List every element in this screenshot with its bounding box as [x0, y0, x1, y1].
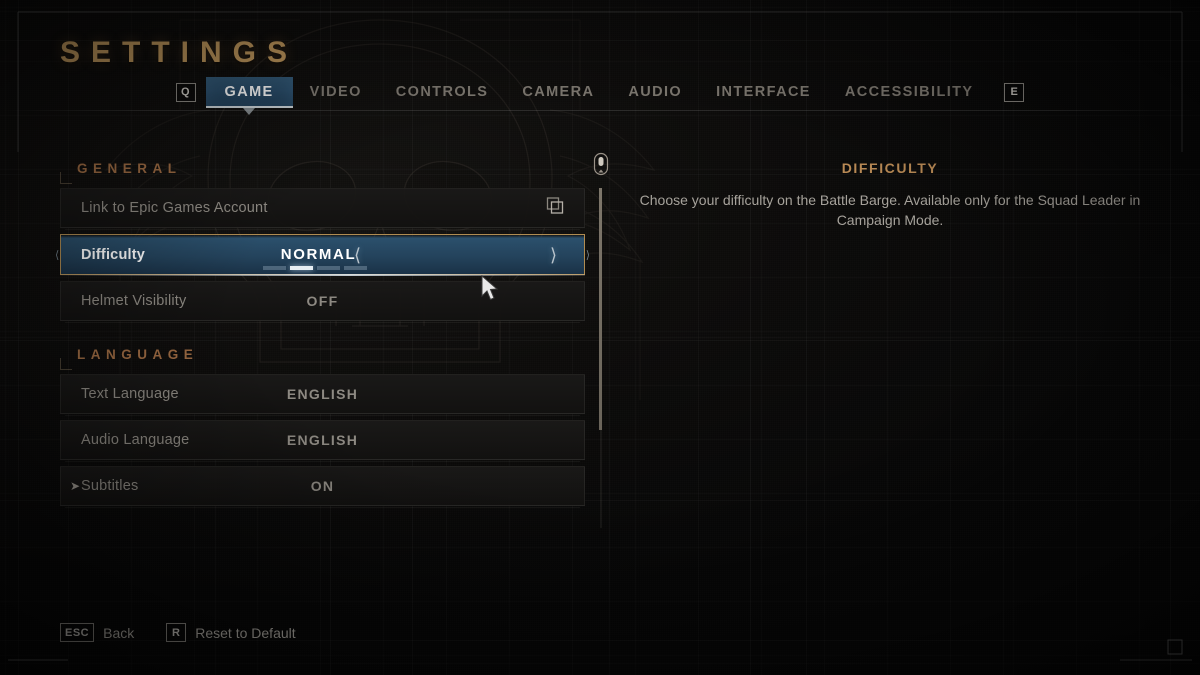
setting-row-difficulty[interactable]: ⟨ ⟩ Difficulty ⟨ NORMAL ⟩	[55, 234, 590, 276]
footer-hint-label: Reset to Default	[195, 624, 296, 641]
scrollbar-thumb[interactable]	[599, 188, 602, 430]
tabbar-divider	[0, 110, 1200, 111]
external-link-icon	[546, 197, 564, 220]
section-header-general: GENERAL	[60, 150, 585, 188]
tab-camera[interactable]: CAMERA	[505, 77, 611, 107]
page-title: SETTINGS	[60, 36, 299, 69]
setting-value: ON	[310, 478, 335, 494]
settings-scroll-area[interactable]	[592, 152, 610, 532]
tab-prev-key-hint[interactable]: Q	[175, 82, 196, 102]
tab-accessibility-label: ACCESSIBILITY	[844, 84, 974, 100]
segment-4	[343, 266, 367, 270]
tab-controls[interactable]: CONTROLS	[379, 77, 506, 107]
mouse-wheel-icon	[592, 152, 610, 181]
tab-interface[interactable]: INTERFACE	[699, 77, 828, 107]
setting-row-text-language[interactable]: Text Language ENGLISH	[60, 374, 585, 416]
section-header-language: LANGUAGE	[60, 327, 585, 374]
segment-1	[262, 266, 286, 270]
description-title: DIFFICULTY	[841, 160, 939, 176]
tab-interface-label: INTERFACE	[716, 84, 811, 100]
segment-3	[316, 266, 340, 270]
tab-game-label: GAME	[224, 83, 274, 100]
setting-label: Link to Epic Games Account	[81, 200, 268, 216]
selection-caret-left-icon: ⟨	[55, 249, 60, 261]
footer-hint-back[interactable]: ESC Back	[60, 623, 134, 642]
setting-label: Helmet Visibility	[81, 293, 187, 309]
tab-camera-label: CAMERA	[522, 84, 595, 100]
tab-controls-label: CONTROLS	[395, 84, 489, 100]
footer-hints: ESC Back R Reset to Default	[60, 623, 316, 642]
difficulty-segment-indicator	[262, 266, 367, 270]
selection-underline	[60, 274, 585, 276]
setting-row-audio-language[interactable]: Audio Language ENGLISH	[60, 420, 585, 462]
tab-game[interactable]: GAME	[205, 76, 293, 108]
selection-caret-right-icon: ⟩	[585, 249, 590, 261]
tab-audio-label: AUDIO	[628, 84, 683, 100]
decrement-arrow-icon[interactable]: ⟨	[354, 246, 361, 264]
settings-tabbar: Q GAME VIDEO CONTROLS CAMERA AUDIO INTER…	[0, 76, 1200, 108]
footer-hint-label: Back	[103, 624, 135, 641]
setting-label: Audio Language	[81, 432, 190, 448]
settings-list: GENERAL Link to Epic Games Account ⟨ ⟩ D…	[55, 150, 590, 512]
setting-row-link-epic-games-account[interactable]: Link to Epic Games Account	[60, 188, 585, 230]
r-key-hint: R	[166, 623, 187, 642]
footer-hint-reset[interactable]: R Reset to Default	[166, 623, 296, 642]
tab-video[interactable]: VIDEO	[293, 77, 379, 107]
esc-key-hint: ESC	[60, 623, 95, 642]
increment-arrow-icon[interactable]: ⟩	[550, 246, 557, 264]
tab-video-label: VIDEO	[309, 84, 362, 100]
tab-next-key-hint[interactable]: E	[1004, 82, 1025, 102]
setting-label: Text Language	[81, 386, 179, 402]
tab-accessibility[interactable]: ACCESSIBILITY	[828, 77, 991, 107]
segment-2	[289, 266, 313, 270]
setting-row-subtitles[interactable]: ➤ Subtitles ON	[60, 466, 585, 508]
chevron-right-icon: ➤	[70, 479, 81, 493]
setting-row-helmet-visibility[interactable]: Helmet Visibility OFF	[60, 281, 585, 323]
setting-label: Difficulty	[81, 246, 146, 263]
tab-audio[interactable]: AUDIO	[611, 77, 699, 107]
description-panel: DIFFICULTY Choose your difficulty on the…	[620, 160, 1160, 231]
description-body: Choose your difficulty on the Battle Bar…	[639, 192, 1141, 229]
